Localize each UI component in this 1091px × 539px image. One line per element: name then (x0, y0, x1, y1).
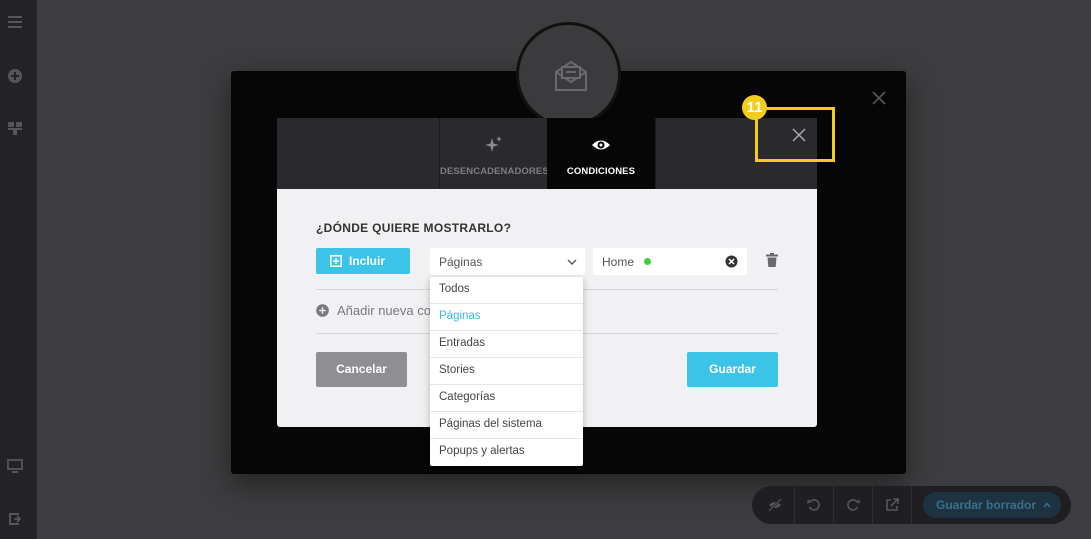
dropdown-option-stories[interactable]: Stories (430, 358, 583, 385)
content-type-select-value: Páginas (439, 255, 483, 269)
hamburger-menu-icon[interactable] (7, 14, 23, 30)
hide-preview-button[interactable] (756, 486, 794, 524)
dropdown-option-categorias[interactable]: Categorías (430, 385, 583, 412)
save-draft-button[interactable]: Guardar borrador (923, 492, 1061, 518)
dropdown-option-todos[interactable]: Todos (430, 277, 583, 304)
plus-square-icon (330, 255, 342, 267)
tab-conditions-label: CONDICIONES (566, 166, 636, 177)
exit-icon[interactable] (7, 511, 23, 527)
modal-header: DESENCADENADORES CONDICIONES (277, 118, 817, 189)
tab-triggers-label: DESENCADENADORES (440, 166, 549, 177)
content-type-dropdown: Todos Páginas Entradas Stories Categoría… (430, 277, 583, 466)
include-button-label: Incluir (349, 254, 386, 268)
dropdown-option-entradas[interactable]: Entradas (430, 331, 583, 358)
bottom-toolbar: Guardar borrador (752, 486, 1071, 524)
dropdown-option-paginas[interactable]: Páginas (430, 304, 583, 331)
redo-button[interactable] (834, 486, 872, 524)
sparkles-icon (484, 135, 504, 155)
tab-conditions[interactable]: CONDICIONES (547, 118, 655, 189)
layout-blocks-icon[interactable] (7, 120, 23, 136)
chevron-up-icon[interactable] (1043, 501, 1051, 509)
external-link-icon (886, 498, 899, 511)
dropdown-option-popups-alertas[interactable]: Popups y alertas (430, 439, 583, 466)
add-circle-icon[interactable] (7, 68, 23, 84)
dropdown-option-paginas-sistema[interactable]: Páginas del sistema (430, 412, 583, 439)
undo-button[interactable] (795, 486, 833, 524)
annotation-highlight-box (755, 107, 835, 162)
popup-close-icon[interactable] (871, 90, 887, 106)
eye-icon (591, 135, 611, 155)
redo-icon (847, 499, 860, 511)
status-dot (644, 258, 651, 265)
envelope-badge (516, 22, 621, 127)
add-circle-icon (316, 304, 329, 317)
page-tag-input[interactable]: Home (593, 248, 747, 275)
content-type-select[interactable]: Páginas (430, 248, 585, 275)
undo-icon (807, 499, 820, 511)
save-button[interactable]: Guardar (687, 352, 778, 387)
tab-triggers[interactable]: DESENCADENADORES (440, 118, 549, 189)
chevron-down-icon (567, 259, 577, 265)
desktop-preview-icon[interactable] (7, 458, 23, 474)
open-external-button[interactable] (873, 486, 911, 524)
save-draft-label: Guardar borrador (936, 498, 1037, 512)
trash-icon[interactable] (766, 253, 778, 267)
left-sidebar (0, 0, 37, 539)
annotation-step-badge: 11 (742, 95, 767, 120)
include-button[interactable]: Incluir (316, 248, 410, 274)
clear-circle-icon[interactable] (725, 255, 738, 268)
eye-slash-icon (768, 498, 782, 512)
page-tag-value: Home (602, 255, 635, 269)
section-heading: ¿DÓNDE QUIERE MOSTRARLO? (316, 221, 512, 235)
envelope-icon (555, 60, 587, 91)
cancel-button[interactable]: Cancelar (316, 352, 407, 387)
